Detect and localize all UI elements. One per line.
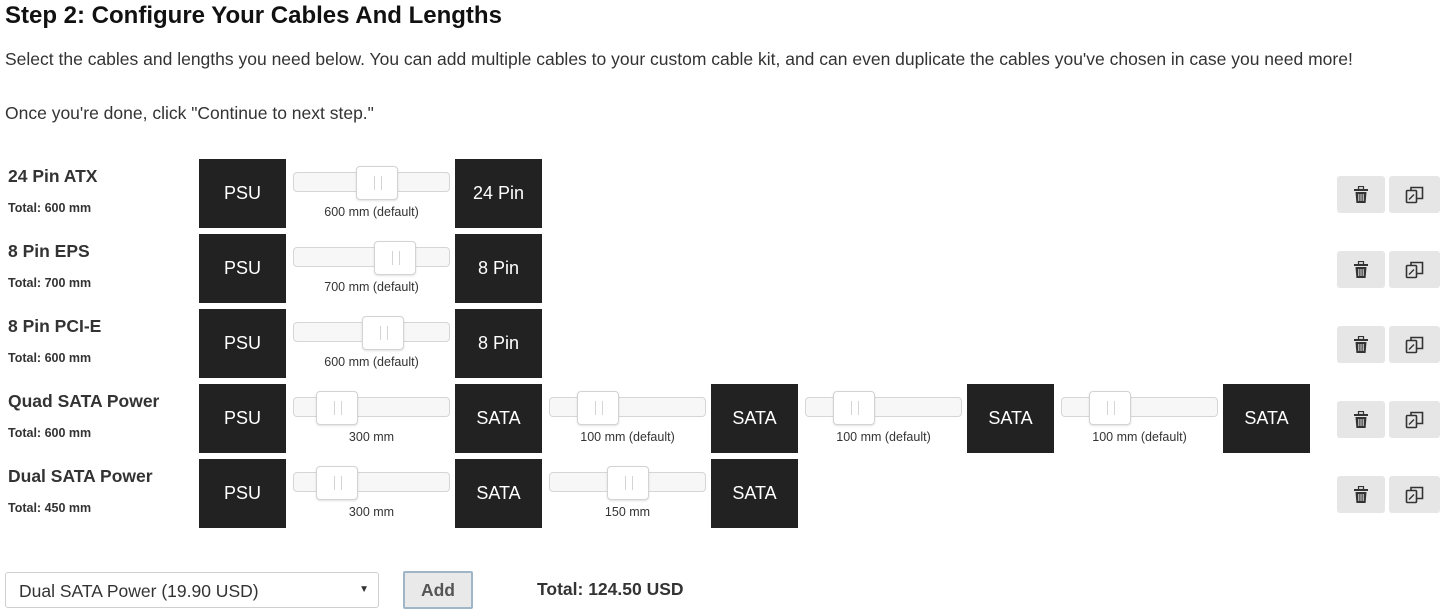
cable-name: 24 Pin ATX bbox=[8, 166, 98, 186]
cable-row: 8 Pin PCI-E Total: 600 mm PSU 600 mm (defau… bbox=[0, 309, 1447, 378]
length-slider[interactable]: 100 mm (default) bbox=[549, 384, 706, 453]
cable-row: Quad SATA Power Total: 600 mm PSU 300 mm SAT… bbox=[0, 384, 1447, 453]
slider-track[interactable] bbox=[805, 397, 962, 417]
cable-type-select[interactable]: Dual SATA Power (19.90 USD) ▼ bbox=[5, 572, 379, 608]
copy-icon bbox=[1405, 410, 1425, 430]
intro-text: Select the cables and lengths you need b… bbox=[5, 49, 1353, 69]
cable-total: Total: 700 mm bbox=[8, 276, 92, 290]
connector-block: PSU bbox=[199, 159, 286, 228]
cable-row: 8 Pin EPS Total: 700 mm PSU 700 mm (default… bbox=[0, 234, 1447, 303]
copy-icon bbox=[1405, 260, 1425, 280]
cable-name: Quad SATA Power bbox=[8, 391, 160, 411]
length-slider[interactable]: 300 mm bbox=[293, 384, 450, 453]
slider-track[interactable] bbox=[549, 397, 706, 417]
cable-name: Dual SATA Power bbox=[8, 466, 153, 486]
delete-cable-button[interactable] bbox=[1337, 251, 1385, 288]
trash-icon bbox=[1353, 335, 1369, 354]
connector-block: PSU bbox=[199, 309, 286, 378]
slider-track[interactable] bbox=[293, 247, 450, 267]
trash-icon bbox=[1353, 260, 1369, 279]
cable-total: Total: 600 mm bbox=[8, 201, 92, 215]
slider-value-label: 100 mm (default) bbox=[580, 430, 675, 444]
cable-row: 24 Pin ATX Total: 600 mm PSU 600 mm (defaul… bbox=[0, 159, 1447, 228]
slider-value-label: 100 mm (default) bbox=[1092, 430, 1187, 444]
selected-cable-option: Dual SATA Power (19.90 USD) bbox=[19, 581, 259, 601]
grip-icon bbox=[380, 326, 388, 340]
copy-icon bbox=[1405, 185, 1425, 205]
delete-cable-button[interactable] bbox=[1337, 326, 1385, 363]
connector-block: PSU bbox=[199, 459, 286, 528]
duplicate-cable-button[interactable] bbox=[1389, 176, 1440, 213]
slider-handle[interactable] bbox=[356, 166, 398, 200]
delete-cable-button[interactable] bbox=[1337, 176, 1385, 213]
slider-handle[interactable] bbox=[577, 391, 619, 425]
slider-handle[interactable] bbox=[833, 391, 875, 425]
delete-cable-button[interactable] bbox=[1337, 401, 1385, 438]
cable-name: 8 Pin PCI-E bbox=[8, 316, 102, 336]
grand-total: Total: 124.50 USD bbox=[537, 579, 684, 599]
grip-icon bbox=[374, 176, 382, 190]
dropdown-arrow-icon: ▼ bbox=[359, 584, 369, 595]
length-slider[interactable]: 100 mm (default) bbox=[805, 384, 962, 453]
connector-block: SATA bbox=[455, 384, 542, 453]
grip-icon bbox=[334, 401, 342, 415]
trash-icon bbox=[1353, 185, 1369, 204]
connector-block: 24 Pin bbox=[455, 159, 542, 228]
cable-row: Dual SATA Power Total: 450 mm PSU 300 mm SAT… bbox=[0, 459, 1447, 528]
length-slider[interactable]: 300 mm bbox=[293, 459, 450, 528]
slider-value-label: 700 mm (default) bbox=[324, 280, 419, 294]
cable-name: 8 Pin EPS bbox=[8, 241, 90, 261]
slider-track[interactable] bbox=[1061, 397, 1218, 417]
length-slider[interactable]: 700 mm (default) bbox=[293, 234, 450, 303]
slider-value-label: 300 mm bbox=[348, 430, 395, 444]
length-slider[interactable]: 600 mm (default) bbox=[293, 159, 450, 228]
connector-block: 8 Pin bbox=[455, 234, 542, 303]
grip-icon bbox=[1107, 401, 1115, 415]
slider-handle[interactable] bbox=[316, 466, 358, 500]
slider-value-label: 600 mm (default) bbox=[324, 355, 419, 369]
slider-value-label: 100 mm (default) bbox=[836, 430, 931, 444]
connector-block: PSU bbox=[199, 234, 286, 303]
length-slider[interactable]: 150 mm bbox=[549, 459, 706, 528]
slider-handle[interactable] bbox=[374, 241, 416, 275]
connector-block: SATA bbox=[711, 384, 798, 453]
length-slider[interactable]: 100 mm (default) bbox=[1061, 384, 1218, 453]
grip-icon bbox=[625, 476, 633, 490]
slider-handle[interactable] bbox=[362, 316, 404, 350]
delete-cable-button[interactable] bbox=[1337, 476, 1385, 513]
slider-value-label: 150 mm bbox=[604, 505, 651, 519]
cable-total: Total: 600 mm bbox=[8, 351, 92, 365]
grip-icon bbox=[392, 251, 400, 265]
instruction-text: Once you're done, click "Continue to nex… bbox=[5, 103, 374, 123]
add-cable-button[interactable]: Add bbox=[403, 571, 473, 609]
grip-icon bbox=[334, 476, 342, 490]
connector-block: SATA bbox=[1223, 384, 1310, 453]
slider-value-label: 300 mm bbox=[348, 505, 395, 519]
copy-icon bbox=[1405, 485, 1425, 505]
duplicate-cable-button[interactable] bbox=[1389, 251, 1440, 288]
slider-value-label: 600 mm (default) bbox=[324, 205, 419, 219]
cable-total: Total: 600 mm bbox=[8, 426, 92, 440]
slider-handle[interactable] bbox=[607, 466, 649, 500]
grip-icon bbox=[851, 401, 859, 415]
slider-handle[interactable] bbox=[1089, 391, 1131, 425]
duplicate-cable-button[interactable] bbox=[1389, 401, 1440, 438]
connector-block: SATA bbox=[967, 384, 1054, 453]
connector-block: PSU bbox=[199, 384, 286, 453]
trash-icon bbox=[1353, 410, 1369, 429]
connector-block: SATA bbox=[455, 459, 542, 528]
slider-handle[interactable] bbox=[316, 391, 358, 425]
length-slider[interactable]: 600 mm (default) bbox=[293, 309, 450, 378]
connector-block: SATA bbox=[711, 459, 798, 528]
duplicate-cable-button[interactable] bbox=[1389, 476, 1440, 513]
page-title: Step 2: Configure Your Cables And Length… bbox=[5, 2, 502, 29]
cable-total: Total: 450 mm bbox=[8, 501, 92, 515]
duplicate-cable-button[interactable] bbox=[1389, 326, 1440, 363]
connector-block: 8 Pin bbox=[455, 309, 542, 378]
copy-icon bbox=[1405, 335, 1425, 355]
trash-icon bbox=[1353, 485, 1369, 504]
grip-icon bbox=[595, 401, 603, 415]
